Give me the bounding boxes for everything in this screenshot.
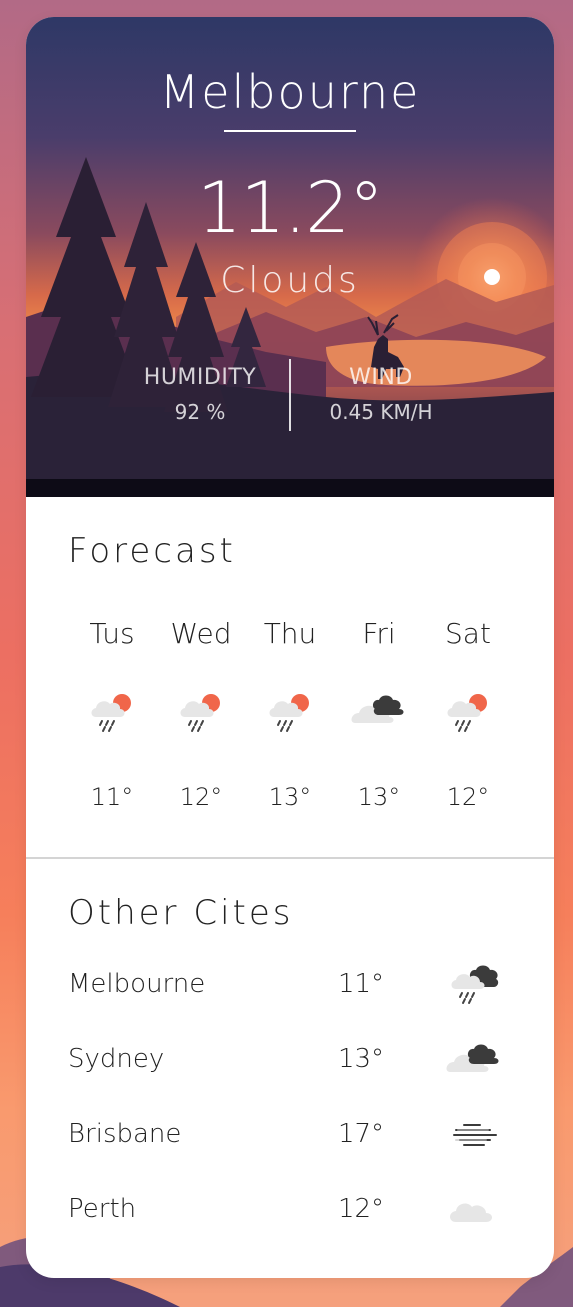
forecast-temp: 13° [268, 783, 312, 811]
cloud-icon [450, 1203, 492, 1222]
city-list-name: Sydney [68, 1044, 165, 1074]
current-city-name: Melbourne [159, 65, 421, 119]
city-list-temp: 12° [337, 1194, 385, 1224]
city-list-item[interactable]: Melbourne 11° [26, 961, 554, 1011]
current-weather-hero: Melbourne 11.2° Clouds HUMIDITY 92 % WIN… [26, 17, 554, 497]
humidity-label: HUMIDITY [143, 365, 257, 390]
wind-value: 0.45 KM/H [329, 400, 433, 424]
rain-sun-icon [180, 694, 220, 732]
other-cities-title: Other Cites [68, 893, 294, 933]
city-list-name: Melbourne [68, 969, 206, 999]
forecast-day-label: Fri [362, 617, 396, 650]
wind-stat: WIND 0.45 KM/H [291, 365, 471, 424]
rain-sun-icon [269, 694, 309, 732]
city-list-name: Perth [68, 1194, 137, 1224]
current-temperature: 11.2° [197, 167, 384, 249]
city-list-item[interactable]: Brisbane 17° [26, 1111, 554, 1161]
rain-sun-icon [91, 694, 131, 732]
forecast-day-label: Wed [170, 617, 232, 650]
dark-clouds-icon [446, 1044, 499, 1072]
humidity-stat: HUMIDITY 92 % [110, 365, 290, 424]
fog-icon [453, 1124, 497, 1146]
dark-clouds-icon [351, 695, 404, 723]
humidity-value: 92 % [174, 400, 226, 424]
forecast-day-label: Thu [263, 617, 317, 650]
forecast-temp: 12° [446, 783, 490, 811]
rain-sun-icon [447, 694, 487, 732]
city-list-temp: 11° [337, 969, 385, 999]
current-condition: Clouds [220, 260, 360, 301]
city-list-temp: 13° [337, 1044, 385, 1074]
hero-bottom-strip [26, 479, 554, 497]
city-list-item[interactable]: Perth 12° [26, 1186, 554, 1236]
city-underline-divider [224, 130, 356, 132]
forecast-day-label: Sat [445, 617, 491, 650]
rain-dark-cloud-icon [451, 965, 499, 1004]
city-list-name: Brisbane [68, 1119, 182, 1149]
section-divider [26, 857, 554, 859]
city-list-item[interactable]: Sydney 13° [26, 1036, 554, 1086]
weather-card: Melbourne 11.2° Clouds HUMIDITY 92 % WIN… [26, 17, 554, 1278]
forecast-day-label: Tus [89, 617, 135, 650]
forecast-title: Forecast [68, 531, 236, 571]
forecast-temp: 13° [357, 783, 401, 811]
city-list-temp: 17° [337, 1119, 385, 1149]
forecast-temp: 12° [179, 783, 223, 811]
forecast-temp: 11° [90, 783, 134, 811]
wind-label: WIND [349, 365, 413, 390]
